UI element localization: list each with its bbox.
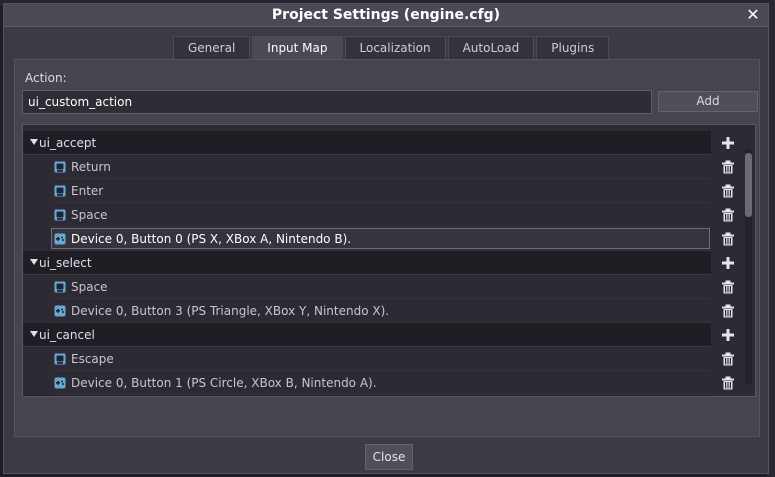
titlebar: Project Settings (engine.cfg) ✕ [4,4,768,27]
trash-icon[interactable] [721,376,735,390]
keyboard-key-icon [54,161,66,173]
arrow-down-icon[interactable] [30,259,38,265]
trash-icon[interactable] [721,304,735,318]
keyboard-key-icon [54,185,66,197]
action-row-partial [23,395,711,396]
tab-input-map[interactable]: Input Map [252,36,343,59]
tab-autoload[interactable]: AutoLoad [447,36,535,59]
trash-icon[interactable] [721,184,735,198]
event-row[interactable]: Return [23,155,711,179]
trash-icon[interactable] [721,208,735,222]
event-label: Space [71,208,108,222]
action-row[interactable]: ui_select [23,251,711,275]
event-label: Return [71,160,111,174]
event-label: Escape [71,352,114,366]
trash-icon[interactable] [721,352,735,366]
plus-icon[interactable] [721,328,735,342]
plus-icon[interactable] [721,136,735,150]
event-row[interactable]: Space [23,203,711,227]
event-row[interactable]: Device 0, Button 0 (PS X, XBox A, Ninten… [23,227,711,251]
event-row[interactable]: Enter [23,179,711,203]
event-label: Device 0, Button 0 (PS X, XBox A, Ninten… [71,232,352,246]
tab-general[interactable]: General [173,36,251,59]
gamepad-icon [54,233,66,245]
event-label: Enter [71,184,104,198]
keyboard-key-icon [54,209,66,221]
event-row[interactable]: Device 0, Button 1 (PS Circle, XBox B, N… [23,371,711,395]
event-row[interactable]: Space [23,275,711,299]
action-name: ui_select [39,256,92,270]
tab-bar: General Input Map Localization AutoLoad … [173,36,611,60]
action-name-input[interactable] [22,90,652,114]
action-row[interactable]: ui_accept [23,131,711,155]
trash-icon[interactable] [721,160,735,174]
plus-icon[interactable] [721,256,735,270]
action-name: ui_cancel [39,328,95,342]
tab-localization[interactable]: Localization [344,36,446,59]
project-settings-dialog: Project Settings (engine.cfg) ✕ General … [3,3,769,474]
action-tree: ui_accept Return Enter Space Device 0, Butto… [22,124,756,397]
event-row[interactable]: Device 0, Button 3 (PS Triangle, XBox Y,… [23,299,711,323]
action-row[interactable]: ui_cancel [23,323,711,347]
event-row[interactable]: Escape [23,347,711,371]
trash-icon[interactable] [721,232,735,246]
event-label: Device 0, Button 1 (PS Circle, XBox B, N… [71,376,377,390]
dialog-title: Project Settings (engine.cfg) [271,7,501,23]
action-name: ui_accept [39,136,97,150]
scrollbar-thumb[interactable] [745,153,752,217]
input-map-panel: Action: Add ui_accept Return Enter Space Dev… [14,59,760,437]
event-label: Device 0, Button 3 (PS Triangle, XBox Y,… [71,304,390,318]
arrow-down-icon[interactable] [30,331,38,337]
trash-icon[interactable] [721,280,735,294]
close-icon[interactable]: ✕ [744,5,762,25]
gamepad-icon [54,377,66,389]
add-action-button[interactable]: Add [658,91,758,112]
tab-plugins[interactable]: Plugins [536,36,610,59]
action-label: Action: [25,71,67,85]
close-button[interactable]: Close [365,444,413,470]
keyboard-key-icon [54,353,66,365]
keyboard-key-icon [54,281,66,293]
gamepad-icon [54,305,66,317]
arrow-down-icon[interactable] [30,139,38,145]
event-label: Space [71,280,108,294]
